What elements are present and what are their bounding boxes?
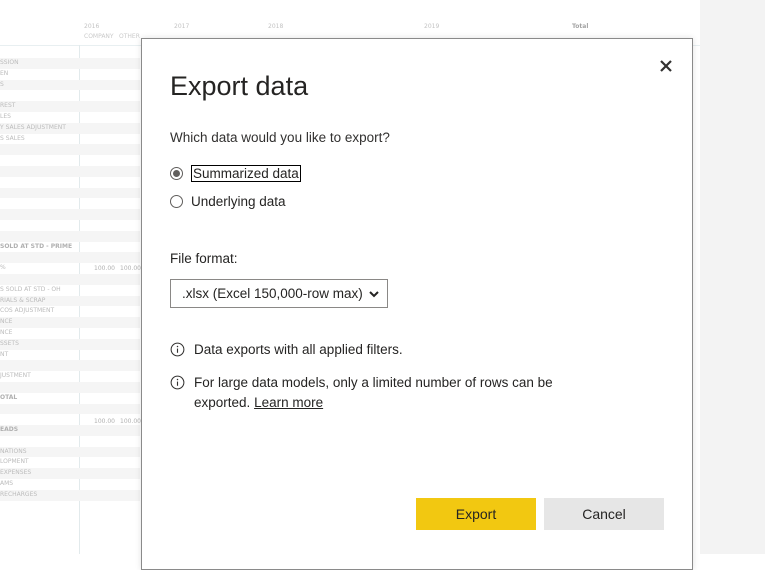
row-label: EN — [0, 69, 9, 77]
cell-value: 100.00 — [94, 265, 115, 272]
row-label — [0, 187, 140, 199]
close-button[interactable] — [656, 56, 676, 76]
row-label: NCE — [0, 317, 140, 328]
row-label: SSETS — [0, 338, 140, 350]
row-label — [0, 403, 140, 415]
chevron-down-icon[interactable] — [368, 288, 380, 300]
row-label — [0, 198, 140, 209]
year-header-2019: 2019 — [424, 23, 440, 30]
row-label: COS ADJUSTMENT — [0, 307, 55, 315]
row-label: AMS — [0, 480, 14, 488]
row-label: REST — [0, 101, 140, 112]
radio-summarized-data[interactable]: Summarized data — [170, 165, 301, 182]
year-header-2017: 2017 — [174, 23, 190, 30]
row-label — [0, 381, 140, 393]
row-label — [0, 165, 140, 177]
file-format-value[interactable]: .xlsx (Excel 150,000-row max) — [182, 286, 363, 301]
year-header-2018: 2018 — [268, 23, 284, 30]
row-label — [0, 273, 140, 285]
row-label: % — [0, 264, 6, 272]
row-label — [0, 252, 140, 264]
radio-label[interactable]: Underlying data — [191, 194, 286, 209]
cell-value: 100.00 — [120, 265, 141, 272]
export-data-dialog: Export data Which data would you like to… — [141, 38, 693, 570]
radio-label[interactable]: Summarized data — [191, 165, 301, 182]
row-label: LOPMENT — [0, 458, 29, 466]
row-label: S — [0, 79, 140, 91]
info-large-models-text: For large data models, only a limited nu… — [194, 373, 590, 413]
column-header-company: COMPANY — [84, 33, 114, 40]
info-large-models: For large data models, only a limited nu… — [170, 373, 590, 413]
row-label: S SALES — [0, 134, 25, 142]
info-icon — [170, 375, 185, 390]
cancel-button[interactable]: Cancel — [544, 498, 664, 530]
right-strip — [700, 0, 765, 554]
radio-button-selected[interactable] — [170, 167, 183, 180]
row-label — [0, 90, 140, 101]
row-label — [0, 220, 140, 231]
row-label — [0, 209, 140, 220]
info-icon — [170, 342, 185, 357]
row-label — [0, 414, 140, 425]
row-label: SOLD AT STD - PRIME — [0, 242, 73, 250]
row-label: NCE — [0, 328, 13, 336]
cell-value: 100.00 — [120, 418, 141, 425]
dialog-title: Export data — [170, 71, 309, 101]
file-format-select[interactable]: .xlsx (Excel 150,000-row max) — [170, 279, 388, 308]
info-large-models-message: For large data models, only a limited nu… — [194, 375, 553, 410]
row-label: NATIONS — [0, 446, 140, 458]
row-label: SSION — [0, 58, 140, 69]
row-labels: SSION EN S REST LES Y SALES ADJUSTMENT S SALES… — [0, 58, 140, 501]
row-label: EADS — [0, 425, 140, 436]
total-header: Total — [572, 23, 589, 30]
row-label — [0, 144, 140, 156]
year-header-2016: 2016 — [84, 23, 100, 30]
export-question: Which data would you like to export? — [170, 130, 390, 145]
cell-value: 100.00 — [94, 418, 115, 425]
row-label — [0, 436, 140, 447]
row-label: JUSTMENT — [0, 372, 31, 380]
learn-more-link[interactable]: Learn more — [254, 395, 323, 410]
row-label — [0, 360, 140, 372]
row-label — [0, 177, 140, 188]
close-icon[interactable] — [656, 56, 676, 76]
row-label: S SOLD AT STD - OH — [0, 285, 61, 293]
row-label — [0, 230, 140, 242]
row-label: OTAL — [0, 393, 18, 401]
row-label: EXPENSES — [0, 468, 140, 480]
export-button[interactable]: Export — [416, 498, 536, 530]
info-filters: Data exports with all applied filters. — [170, 340, 403, 360]
row-label: RECHARGES — [0, 489, 140, 501]
row-label: Y SALES ADJUSTMENT — [0, 122, 140, 134]
row-label: NT — [0, 350, 9, 358]
row-label — [0, 155, 140, 166]
row-label: LES — [0, 112, 11, 120]
radio-underlying-data[interactable]: Underlying data — [170, 194, 286, 209]
radio-button[interactable] — [170, 195, 183, 208]
info-filters-text: Data exports with all applied filters. — [194, 342, 403, 357]
row-label: RIALS & SCRAP — [0, 295, 140, 307]
column-header-other: OTHER — [119, 33, 140, 40]
file-format-label: File format: — [170, 251, 238, 266]
